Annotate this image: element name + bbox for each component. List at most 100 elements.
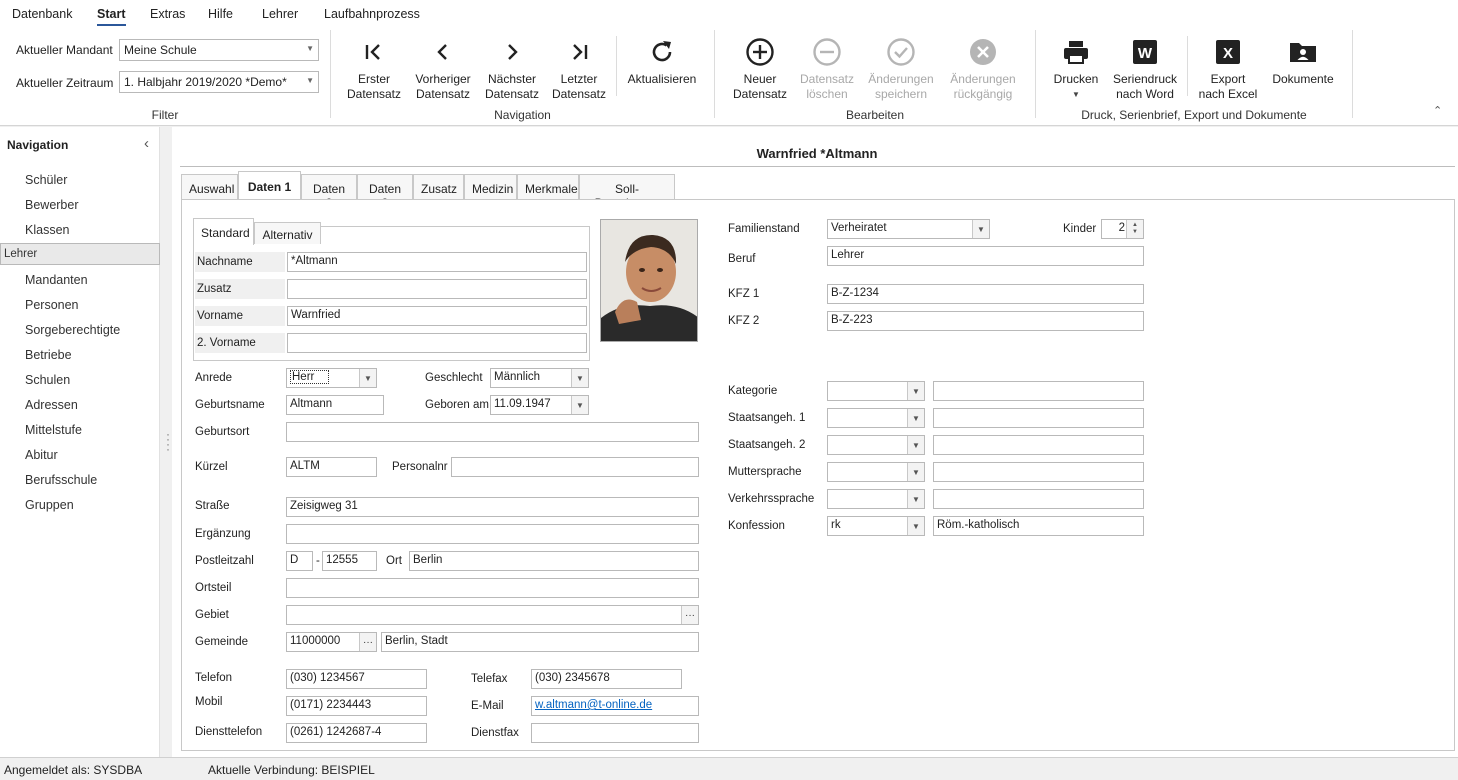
kategorie-text[interactable] [933, 381, 1144, 401]
dienstfax-field[interactable] [531, 723, 699, 743]
geburtsname-field[interactable]: Altmann [286, 395, 384, 415]
edit-group-label: Bearbeiten [845, 108, 905, 122]
email-label: E-Mail [471, 700, 504, 712]
tab-daten-2[interactable]: Daten 2 [301, 174, 357, 210]
staatsangeh1-text[interactable] [933, 408, 1144, 428]
geboren-date-picker[interactable]: 11.09.1947 ▼ [490, 395, 589, 415]
anrede-select[interactable]: Herr ▼ [286, 368, 377, 388]
spinner-arrows-icon[interactable]: ▲ ▼ [1126, 220, 1143, 238]
gebiet-field[interactable]: ··· [286, 605, 699, 625]
nav-item-personen[interactable]: Personen [0, 293, 160, 318]
teacher-photo[interactable] [600, 219, 698, 342]
menu-hilfe[interactable]: Hilfe [208, 7, 233, 21]
tab-daten-1[interactable]: Daten 1 [238, 171, 301, 200]
telefon-field[interactable]: (030) 1234567 [286, 669, 427, 689]
ergaenzung-field[interactable] [286, 524, 699, 544]
menu-lehrer[interactable]: Lehrer [262, 7, 298, 21]
muttersprache-text[interactable] [933, 462, 1144, 482]
zeitraum-select[interactable]: 1. Halbjahr 2019/2020 *Demo* ▼ [119, 71, 319, 93]
konfession-text[interactable]: Röm.-katholisch [933, 516, 1144, 536]
personalnr-field[interactable] [451, 457, 699, 477]
verkehrssprache-text[interactable] [933, 489, 1144, 509]
beruf-field[interactable]: Lehrer [827, 246, 1144, 266]
collapse-ribbon-icon[interactable]: ⌃ [1433, 104, 1442, 117]
kfz2-field[interactable]: B-Z-223 [827, 311, 1144, 331]
zusatz-field[interactable] [287, 279, 587, 299]
save-changes-button[interactable]: Änderungen speichern [864, 32, 938, 102]
kuerzel-field[interactable]: ALTM [286, 457, 377, 477]
tab-auswahl[interactable]: Auswahl [181, 174, 238, 199]
diensttelefon-field[interactable]: (0261) 1242687-4 [286, 723, 427, 743]
new-record-button[interactable]: Neuer Datensatz [728, 32, 792, 102]
nav-item-mandanten[interactable]: Mandanten [0, 268, 160, 293]
chevron-left-icon[interactable]: ‹ [144, 135, 149, 152]
nav-item-adressen[interactable]: Adressen [0, 393, 160, 418]
tab-merkmale[interactable]: Merkmale [517, 174, 579, 199]
mandant-select[interactable]: Meine Schule ▼ [119, 39, 319, 61]
staatsangeh1-select[interactable]: ▼ [827, 408, 925, 428]
first-record-button[interactable]: Erster Datensatz [344, 32, 404, 102]
kategorie-select[interactable]: ▼ [827, 381, 925, 401]
menu-datenbank[interactable]: Datenbank [12, 7, 72, 21]
last-record-button[interactable]: Letzter Datensatz [549, 32, 609, 102]
ellipsis-icon[interactable]: ··· [681, 606, 698, 624]
ellipsis-icon[interactable]: ··· [359, 633, 376, 651]
vorname-field[interactable]: Warnfried [287, 306, 587, 326]
nachname-field[interactable]: *Altmann [287, 252, 587, 272]
delete-record-button[interactable]: Datensatz löschen [795, 32, 859, 102]
tab-zusatz[interactable]: Zusatz [413, 174, 464, 199]
nav-item-betriebe[interactable]: Betriebe [0, 343, 160, 368]
kinder-spinner[interactable]: 2 ▲ ▼ [1101, 219, 1144, 239]
muttersprache-select[interactable]: ▼ [827, 462, 925, 482]
splitter-grip[interactable]: · · · · [166, 428, 170, 455]
menu-extras[interactable]: Extras [150, 7, 185, 21]
nav-item-abitur[interactable]: Abitur [0, 443, 160, 468]
chevron-down-icon: ▼ [306, 44, 314, 53]
documents-button[interactable]: Dokumente [1268, 32, 1338, 87]
gemeinde-name-field[interactable]: Berlin, Stadt [381, 632, 699, 652]
telefax-field[interactable]: (030) 2345678 [531, 669, 682, 689]
excel-export-button[interactable]: X Export nach Excel [1196, 32, 1260, 102]
familienstand-select[interactable]: Verheiratet ▼ [827, 219, 990, 239]
nav-item-sorgeberechtigte[interactable]: Sorgeberechtigte [0, 318, 160, 343]
nav-item-lehrer[interactable]: Lehrer [0, 243, 160, 265]
mandant-value: Meine Schule [124, 43, 197, 57]
previous-record-button[interactable]: Vorheriger Datensatz [411, 32, 475, 102]
gemeinde-code-field[interactable]: 11000000 ··· [286, 632, 377, 652]
word-merge-button[interactable]: W Seriendruck nach Word [1110, 32, 1180, 102]
ortsteil-field[interactable] [286, 578, 699, 598]
geschlecht-select[interactable]: Männlich ▼ [490, 368, 589, 388]
nav-item-mittelstufe[interactable]: Mittelstufe [0, 418, 160, 443]
tab-standard[interactable]: Standard [193, 218, 254, 245]
staatsangeh2-text[interactable] [933, 435, 1144, 455]
staatsangeh2-select[interactable]: ▼ [827, 435, 925, 455]
nav-item-berufsschule[interactable]: Berufsschule [0, 468, 160, 493]
tab-daten-3[interactable]: Daten 3 [357, 174, 413, 210]
nav-item-schueler[interactable]: Schüler [0, 168, 160, 193]
undo-changes-button[interactable]: Änderungen rückgängig [946, 32, 1020, 102]
email-field[interactable]: w.altmann@t-online.de [531, 696, 699, 716]
geburtsort-field[interactable] [286, 422, 699, 442]
next-record-button[interactable]: Nächster Datensatz [482, 32, 542, 102]
kfz1-field[interactable]: B-Z-1234 [827, 284, 1144, 304]
verkehrssprache-select[interactable]: ▼ [827, 489, 925, 509]
nav-item-klassen[interactable]: Klassen [0, 218, 160, 243]
tab-alternativ[interactable]: Alternativ [254, 222, 321, 244]
plz-field[interactable]: 12555 [322, 551, 377, 571]
mobil-field[interactable]: (0171) 2234443 [286, 696, 427, 716]
tab-soll-berechnung[interactable]: Soll-Berechnung [579, 174, 675, 210]
nav-item-bewerber[interactable]: Bewerber [0, 193, 160, 218]
menu-laufbahnprozess[interactable]: Laufbahnprozess [324, 7, 420, 21]
email-link[interactable]: w.altmann@t-online.de [535, 699, 652, 711]
strasse-field[interactable]: Zeisigweg 31 [286, 497, 699, 517]
menu-start[interactable]: Start [97, 7, 125, 21]
nav-item-gruppen[interactable]: Gruppen [0, 493, 160, 518]
print-button[interactable]: Drucken ▼ [1048, 32, 1104, 102]
country-code-field[interactable]: D [286, 551, 313, 571]
ort-field[interactable]: Berlin [409, 551, 699, 571]
vorname2-field[interactable] [287, 333, 587, 353]
nav-item-schulen[interactable]: Schulen [0, 368, 160, 393]
refresh-button[interactable]: Aktualisieren [624, 32, 700, 87]
konfession-select[interactable]: rk ▼ [827, 516, 925, 536]
tab-medizin[interactable]: Medizin [464, 174, 517, 199]
